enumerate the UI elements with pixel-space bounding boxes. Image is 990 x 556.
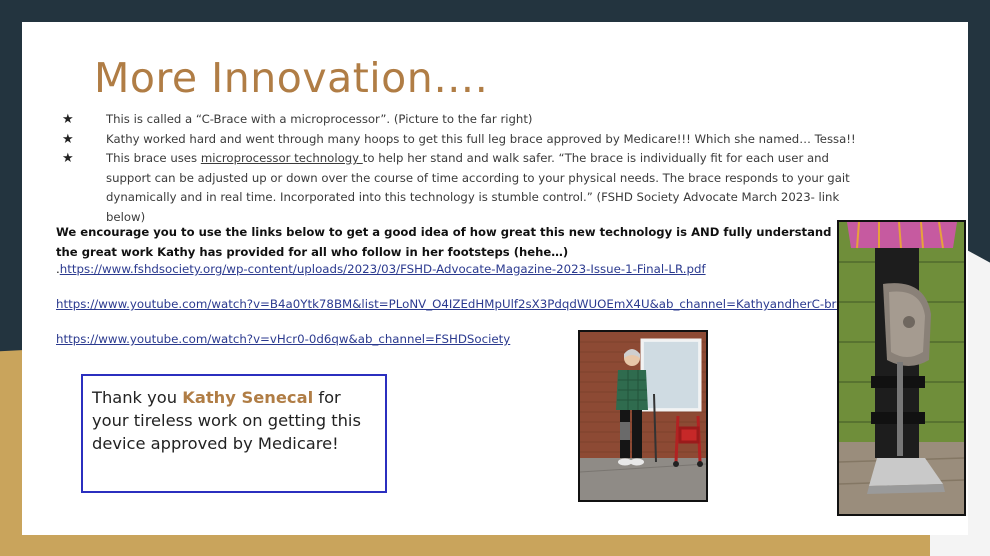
c-brace-leg-photo	[837, 220, 966, 516]
fshd-magazine-link[interactable]: https://www.fshdsociety.org/wp-content/u…	[60, 262, 706, 276]
kathy-standing-illustration	[580, 332, 706, 500]
fshd-magazine-link-row: .https://www.fshdsociety.org/wp-content/…	[56, 262, 706, 276]
youtube-fshd-society-link[interactable]: https://www.youtube.com/watch?v=vHcr0-0d…	[56, 332, 510, 346]
bullet-item: ★ This brace uses microprocessor technol…	[62, 149, 862, 227]
bullet-list: ★ This is called a “C-Brace with a micro…	[62, 110, 862, 227]
encourage-paragraph: We encourage you to use the links below …	[56, 222, 836, 262]
slide: More Innovation…. ★ This is called a “C-…	[22, 22, 968, 535]
c-brace-illustration	[839, 222, 964, 514]
bullet-item: ★ This is called a “C-Brace with a micro…	[62, 110, 862, 130]
microprocessor-technology-text: microprocessor technology	[200, 151, 363, 165]
bullet-text: Kathy worked hard and went through many …	[106, 131, 856, 146]
encourage-text: We encourage you to use the links below …	[56, 225, 832, 259]
bullet-text-before: This brace uses	[106, 151, 201, 165]
kathy-senecal-name: Kathy Senecal	[182, 388, 314, 407]
bullet-item: ★ Kathy worked hard and went through man…	[62, 130, 862, 150]
youtube-c-brace-link[interactable]: https://www.youtube.com/watch?v=B4a0Ytk7…	[56, 297, 857, 311]
star-icon: ★	[62, 151, 74, 166]
kathy-standing-photo	[578, 330, 708, 502]
thank-you-before: Thank you	[92, 388, 183, 407]
star-icon: ★	[62, 112, 74, 127]
thank-you-box: Thank you Kathy Senecal for your tireles…	[81, 374, 387, 493]
bullet-text: This is called a “C-Brace with a micropr…	[106, 112, 533, 126]
slide-title: More Innovation….	[94, 54, 489, 102]
star-icon: ★	[62, 131, 74, 147]
